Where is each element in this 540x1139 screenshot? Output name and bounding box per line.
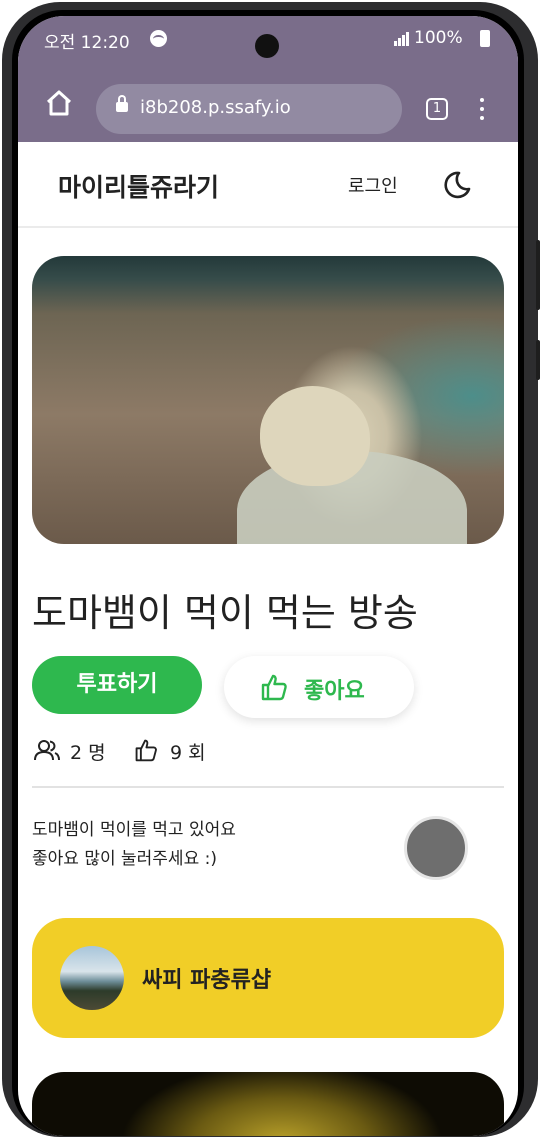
spotify-icon: [150, 30, 167, 47]
login-button[interactable]: 로그인: [348, 172, 398, 198]
more-vert-icon[interactable]: [474, 98, 490, 122]
divider: [32, 786, 504, 788]
shop-card[interactable]: 싸피 파충류샵: [32, 918, 504, 1038]
thumbs-up-icon: [135, 739, 157, 762]
stream-description: 도마뱀이 먹이를 먹고 있어요 좋아요 많이 눌러주세요 :): [32, 816, 236, 874]
stream-title: 도마뱀이 먹이 먹는 방송: [32, 591, 418, 635]
like-count: 9 회: [170, 742, 206, 764]
status-time: 오전 12:20: [44, 33, 130, 53]
like-button[interactable]: 좋아요: [224, 656, 414, 718]
moon-icon[interactable]: [442, 170, 472, 200]
users-icon: [34, 740, 60, 761]
floating-action-button[interactable]: [404, 816, 468, 880]
address-bar[interactable]: i8b208.p.ssafy.io: [96, 84, 402, 134]
site-logo[interactable]: 마이리틀쥬라기: [58, 168, 219, 204]
battery-icon: [480, 30, 490, 47]
url-text: i8b208.p.ssafy.io: [140, 97, 291, 118]
tabs-icon[interactable]: 1: [426, 98, 448, 120]
front-camera: [255, 34, 279, 58]
like-label: 좋아요: [304, 679, 365, 704]
lock-icon: [116, 95, 128, 112]
stream-thumbnail[interactable]: [32, 1072, 504, 1136]
browser-chrome: 오전 12:20 100% i8b208.p.ssafy.io 1: [18, 16, 518, 142]
battery-percent: 100%: [414, 28, 463, 48]
thumbs-up-icon: [261, 674, 287, 701]
description-line: 좋아요 많이 눌러주세요 :): [32, 849, 217, 869]
power-button: [536, 340, 540, 380]
vote-button[interactable]: 투표하기: [32, 656, 202, 714]
viewer-count: 2 명: [70, 742, 106, 764]
phone-bezel: 오전 12:20 100% i8b208.p.ssafy.io 1 마이리틀쥬라…: [12, 10, 524, 1136]
shop-name: 싸피 파충류샵: [142, 968, 272, 993]
shop-avatar: [60, 946, 124, 1010]
description-line: 도마뱀이 먹이를 먹고 있어요: [32, 820, 236, 840]
signal-icon: [394, 32, 410, 46]
screen: 오전 12:20 100% i8b208.p.ssafy.io 1 마이리틀쥬라…: [18, 16, 518, 1136]
lizard-head: [260, 386, 370, 486]
volume-button: [536, 240, 540, 310]
home-icon[interactable]: [44, 88, 74, 118]
app-header: 마이리틀쥬라기 로그인: [18, 142, 518, 228]
stream-thumbnail[interactable]: [32, 256, 504, 544]
